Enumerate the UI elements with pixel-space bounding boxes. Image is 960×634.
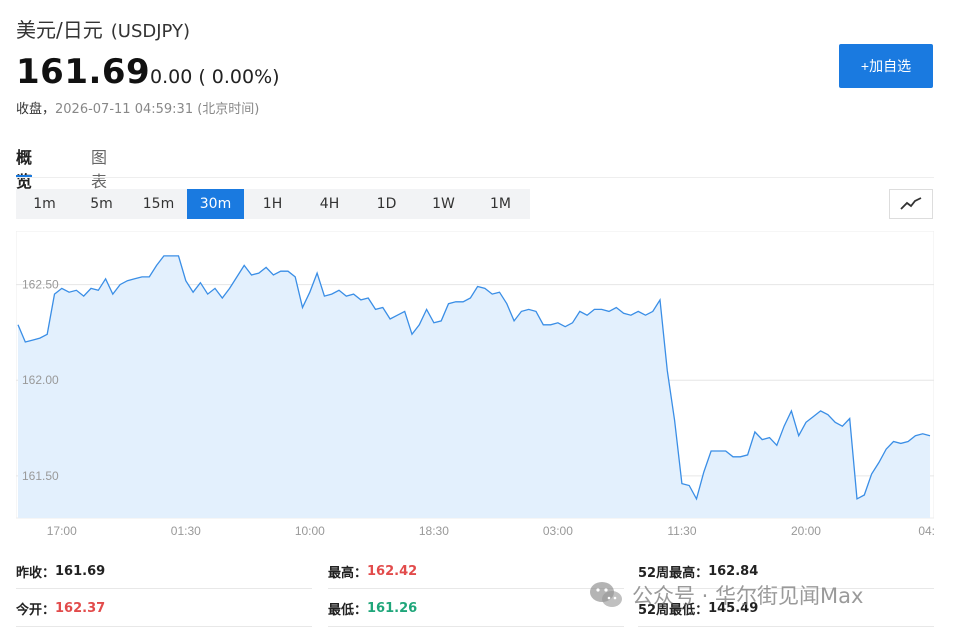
- period-4h[interactable]: 4H: [301, 189, 358, 219]
- instrument-title: 美元/日元 (USDJPY): [16, 14, 190, 43]
- x-tick-label: 18:30: [419, 524, 449, 538]
- watermark-text: 公众号 · 华尔街见闻Max: [632, 584, 864, 608]
- period-1w[interactable]: 1W: [415, 189, 472, 219]
- price-chart: 162.50 162.00 161.50 17:00 01:30 10:00 18:30 03…: [16, 231, 934, 546]
- stat-low-value: 161.26: [367, 600, 418, 616]
- stats-divider: [16, 588, 312, 589]
- price-change: 0.00 ( 0.00%): [150, 66, 280, 88]
- chart-type-toggle[interactable]: [889, 189, 933, 219]
- x-tick-label: 20:00: [791, 524, 821, 538]
- close-status: 收盘，2026-07-11 04:59:31 (北京时间): [16, 98, 259, 117]
- stat-low: 最低： 161.26: [328, 593, 417, 623]
- y-tick-label: 162.50: [22, 278, 59, 292]
- stats-divider: [16, 626, 312, 627]
- line-chart-icon: [900, 197, 922, 210]
- instrument-symbol: (USDJPY): [110, 21, 191, 42]
- stat-52w-high-value: 162.84: [708, 563, 759, 579]
- stat-open: 今开： 162.37: [16, 593, 105, 623]
- price-chart-svg: 162.50 162.00 161.50 17:00 01:30 10:00 18:30 03…: [16, 231, 934, 538]
- stat-open-value: 162.37: [55, 600, 106, 616]
- period-1d[interactable]: 1D: [358, 189, 415, 219]
- x-tick-label: 17:00: [47, 524, 77, 538]
- last-price: 161.69: [16, 52, 151, 92]
- watermark: 公众号 · 华尔街见闻Max: [588, 578, 863, 612]
- stat-high-label: 最高：: [328, 565, 368, 581]
- stats-divider: [638, 626, 934, 627]
- x-tick-label: 01:30: [171, 524, 201, 538]
- stat-open-label: 今开：: [16, 602, 56, 618]
- stat-high: 最高： 162.42: [328, 556, 417, 586]
- x-tick-label: 10:00: [295, 524, 325, 538]
- x-tick-label: 04:3: [918, 524, 934, 538]
- y-tick-label: 162.00: [22, 373, 59, 387]
- period-1h[interactable]: 1H: [244, 189, 301, 219]
- close-time: 2026-07-11 04:59:31 (北京时间): [55, 102, 260, 117]
- add-to-watchlist-button[interactable]: +加自选: [839, 44, 933, 88]
- tab-overview[interactable]: 概览: [16, 144, 33, 191]
- period-15m[interactable]: 15m: [130, 189, 187, 219]
- instrument-name: 美元/日元: [16, 18, 103, 42]
- x-tick-label: 11:30: [667, 524, 696, 538]
- period-30m[interactable]: 30m: [187, 189, 244, 219]
- close-label: 收盘，: [16, 102, 56, 117]
- stats-divider: [328, 626, 624, 627]
- stat-prev-close: 昨收： 161.69: [16, 556, 105, 586]
- tab-chart[interactable]: 图表: [91, 144, 107, 191]
- x-tick-label: 03:00: [543, 524, 573, 538]
- period-5m[interactable]: 5m: [73, 189, 130, 219]
- stats-divider: [328, 588, 624, 589]
- stat-prev-close-label: 昨收：: [16, 565, 56, 581]
- tabs-divider: [16, 177, 934, 178]
- wechat-icon: [590, 582, 622, 607]
- y-tick-label: 161.50: [22, 469, 59, 483]
- period-selector: 1m 5m 15m 30m 1H 4H 1D 1W 1M: [16, 189, 530, 219]
- period-1m[interactable]: 1m: [16, 189, 73, 219]
- stat-high-value: 162.42: [367, 563, 418, 579]
- stat-low-label: 最低：: [328, 602, 368, 618]
- period-1mo[interactable]: 1M: [472, 189, 529, 219]
- stat-prev-close-value: 161.69: [55, 563, 106, 579]
